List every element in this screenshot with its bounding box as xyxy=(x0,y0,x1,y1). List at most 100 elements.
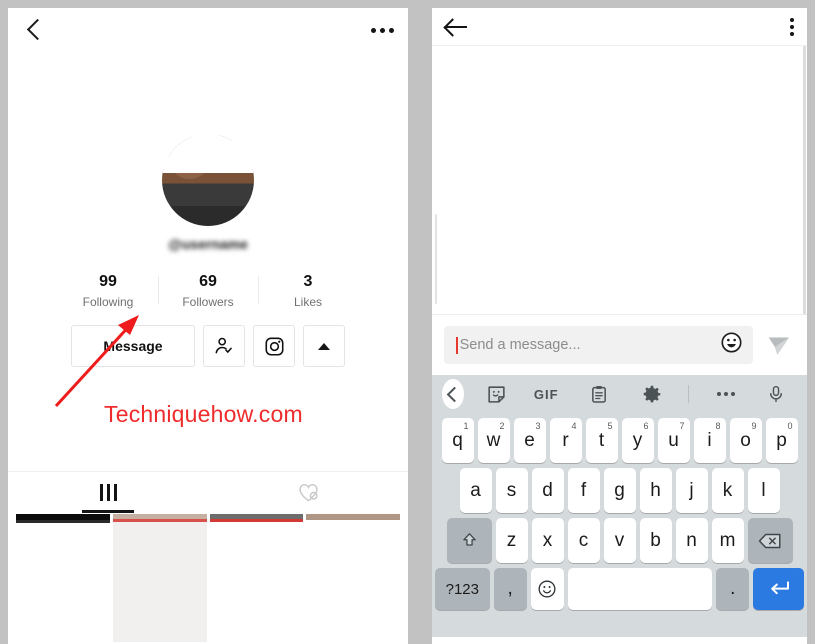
chevron-left-icon[interactable] xyxy=(22,17,48,43)
chat-scroll-indicator[interactable] xyxy=(435,214,437,304)
person-check-icon xyxy=(215,337,232,354)
send-button[interactable] xyxy=(759,331,799,359)
key-p[interactable]: 0p xyxy=(765,418,798,463)
key-e[interactable]: 3e xyxy=(513,418,546,463)
more-options-button[interactable] xyxy=(303,325,345,367)
grid-bar xyxy=(113,484,117,501)
keyboard-more-button[interactable] xyxy=(699,392,753,396)
key-g[interactable]: g xyxy=(603,468,636,513)
dot xyxy=(724,392,728,396)
key-backspace[interactable] xyxy=(747,518,793,563)
key-h[interactable]: h xyxy=(639,468,672,513)
key-m[interactable]: m xyxy=(711,518,744,563)
key-label: s xyxy=(506,479,517,501)
key-shift[interactable] xyxy=(446,518,492,563)
voice-input-button[interactable] xyxy=(755,383,797,405)
arrow-left-icon[interactable] xyxy=(445,16,471,38)
stat-likes[interactable]: 3 Likes xyxy=(258,272,358,309)
caret-up-icon xyxy=(318,342,330,350)
key-f[interactable]: f xyxy=(567,468,600,513)
clipboard-icon xyxy=(592,385,607,403)
key-r[interactable]: 4r xyxy=(549,418,582,463)
instagram-button[interactable] xyxy=(253,325,295,367)
key-sup: 5 xyxy=(607,421,613,431)
keyboard-back-button[interactable] xyxy=(442,379,465,409)
key-l[interactable]: l xyxy=(747,468,780,513)
key-comma[interactable]: , xyxy=(493,568,527,610)
key-x[interactable]: x xyxy=(531,518,564,563)
key-d[interactable]: d xyxy=(531,468,564,513)
dot xyxy=(731,392,735,396)
key-n[interactable]: n xyxy=(675,518,708,563)
key-t[interactable]: 5t xyxy=(585,418,618,463)
keyboard-row-4: ?123 , . xyxy=(432,568,807,610)
stat-followers[interactable]: 69 Followers xyxy=(158,272,258,309)
key-enter[interactable] xyxy=(753,568,804,610)
profile-header xyxy=(8,8,408,52)
more-vertical-icon[interactable] xyxy=(790,17,794,36)
key-v[interactable]: v xyxy=(603,518,636,563)
key-c[interactable]: c xyxy=(567,518,600,563)
message-input[interactable]: Send a message... xyxy=(444,326,753,364)
sticker-icon xyxy=(488,385,505,403)
clipboard-button[interactable] xyxy=(574,384,624,405)
key-numeric-toggle[interactable]: ?123 xyxy=(435,568,490,610)
watermark-text: Techniquehow.com xyxy=(104,401,303,427)
emoji-face-icon xyxy=(721,332,742,353)
key-w[interactable]: 2w xyxy=(477,418,510,463)
key-label: n xyxy=(686,529,697,551)
key-label: v xyxy=(614,529,625,551)
settings-gear-icon xyxy=(643,385,661,402)
key-u[interactable]: 7u xyxy=(657,418,690,463)
key-z[interactable]: z xyxy=(495,518,528,563)
emoji-button[interactable] xyxy=(720,331,743,359)
gif-button[interactable]: GIF xyxy=(520,387,572,402)
chat-scrollbar[interactable] xyxy=(803,46,806,314)
key-y[interactable]: 6y xyxy=(621,418,654,463)
key-label: m xyxy=(719,529,736,551)
key-j[interactable]: j xyxy=(675,468,708,513)
sticker-button[interactable] xyxy=(474,384,518,405)
dot xyxy=(790,17,794,22)
instagram-icon xyxy=(264,336,284,356)
key-space[interactable] xyxy=(567,568,713,610)
key-b[interactable]: b xyxy=(639,518,672,563)
key-o[interactable]: 9o xyxy=(729,418,762,463)
video-thumbnail[interactable] xyxy=(306,514,400,642)
tab-liked-private[interactable] xyxy=(208,472,408,513)
keyboard-settings-button[interactable] xyxy=(626,384,678,405)
video-thumbnail[interactable] xyxy=(209,514,304,642)
avatar[interactable] xyxy=(162,134,254,226)
key-emoji[interactable] xyxy=(530,568,564,610)
follow-status-button[interactable] xyxy=(203,325,245,367)
video-thumbnail[interactable] xyxy=(16,514,110,642)
screenshot-root: @username 99 Following 69 Followers 3 Li… xyxy=(0,0,815,644)
more-horizontal-icon[interactable] xyxy=(371,27,394,33)
key-label: r xyxy=(562,429,569,451)
dot xyxy=(380,27,385,33)
gif-label: GIF xyxy=(533,386,559,402)
key-period[interactable]: . xyxy=(716,568,750,610)
profile-stats: 99 Following 69 Followers 3 Likes xyxy=(8,272,408,309)
keyboard-row-1: 1q 2w 3e 4r 5t 6y 7u 8i 9o 0p xyxy=(432,418,807,463)
key-s[interactable]: s xyxy=(495,468,528,513)
chat-panel: Send a message... GIF 1 q 2 w 3 e 4 r 5 … xyxy=(432,8,807,644)
video-thumbnail[interactable] xyxy=(112,514,207,642)
key-k[interactable]: k xyxy=(711,468,744,513)
key-sup: 7 xyxy=(679,421,685,431)
enter-arrow-icon xyxy=(770,581,789,595)
key-sup: 9 xyxy=(751,421,757,431)
stat-following[interactable]: 99 Following xyxy=(58,272,158,309)
tab-videos-grid[interactable] xyxy=(8,472,208,513)
grid-icon xyxy=(99,484,117,501)
key-a[interactable]: a xyxy=(459,468,492,513)
private-heart-icon xyxy=(298,483,318,502)
key-label: k xyxy=(722,479,733,501)
message-input-bar: Send a message... xyxy=(432,314,807,375)
virtual-keyboard: GIF 1 q 2 w 3 e 4 r 5 t 6 y 7 u 8 i 9 o … xyxy=(432,375,807,637)
key-i[interactable]: 8i xyxy=(693,418,726,463)
key-label: p xyxy=(776,429,787,451)
key-sup: 8 xyxy=(715,421,721,431)
avatar-container xyxy=(8,134,408,226)
key-q[interactable]: 1q xyxy=(441,418,474,463)
